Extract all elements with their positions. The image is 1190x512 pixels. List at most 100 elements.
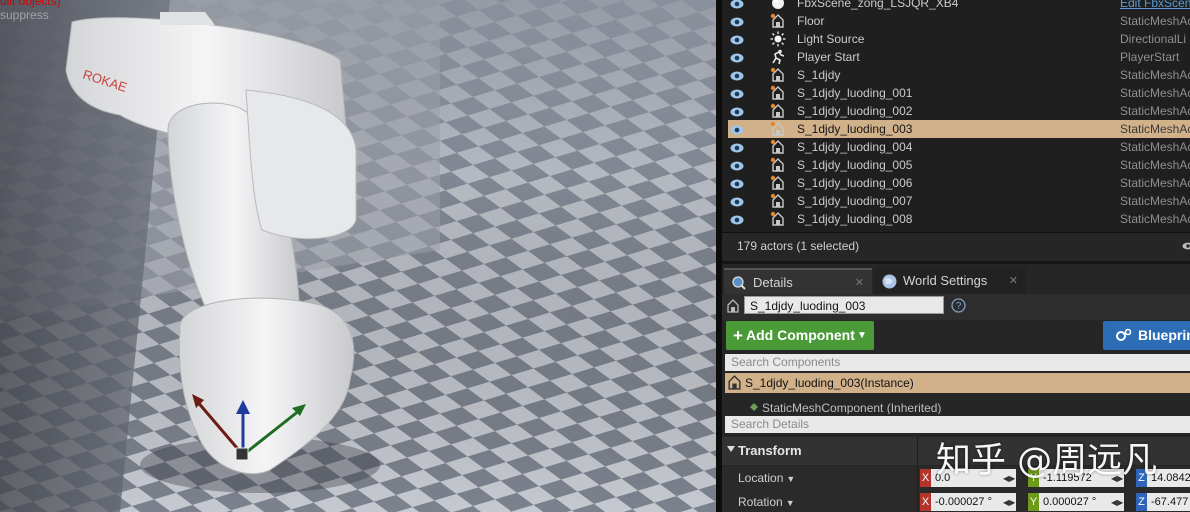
outliner-row[interactable]: S_1djdy_luoding_007 StaticMeshAc (728, 192, 1190, 210)
world-outliner: FbxScene_zong_LSJQR_XB4 Edit FbxScen Floor… (722, 0, 1190, 232)
location-label[interactable]: Location ▼ (738, 471, 795, 485)
outliner-row-label: S_1djdy_luoding_004 (797, 140, 913, 154)
visibility-eye-icon[interactable] (730, 123, 744, 135)
visibility-eye-icon[interactable] (730, 51, 744, 63)
chevron-down-icon: ▼ (857, 330, 867, 341)
visibility-eye-icon[interactable] (730, 141, 744, 153)
outliner-row[interactable]: S_1djdy_luoding_004 StaticMeshAc (728, 138, 1190, 156)
outliner-row-label: S_1djdy_luoding_003 (797, 122, 913, 136)
outliner-row[interactable]: S_1djdy_luoding_003 StaticMeshAc (728, 120, 1190, 138)
chevron-down-icon: ▼ (785, 498, 795, 508)
outliner-row[interactable]: Floor StaticMeshAc (728, 12, 1190, 30)
light-source-icon (770, 31, 786, 47)
edit-fbx-link[interactable]: Edit FbxScen (1120, 0, 1190, 12)
viewport-suppress-text: suppress (0, 8, 49, 22)
search-components-input[interactable]: Search Components (725, 354, 1190, 371)
outliner-row-label: S_1djdy_luoding_002 (797, 104, 913, 118)
viewport-scene: ROKAE (0, 0, 716, 512)
visibility-eye-icon[interactable] (730, 87, 744, 99)
outliner-row[interactable]: S_1djdy_luoding_008 StaticMeshAc (728, 210, 1190, 228)
outliner-row-type: StaticMeshAc (1120, 68, 1190, 82)
outliner-row[interactable]: S_1djdy_luoding_002 StaticMeshAc (728, 102, 1190, 120)
static-mesh-icon (770, 103, 786, 119)
mesh-component-icon (750, 403, 758, 411)
component-tree-root[interactable]: S_1djdy_luoding_003(Instance) (725, 373, 1190, 393)
spin-arrows-icon[interactable]: ◀▶ (1003, 474, 1015, 483)
outliner-row-type: StaticMeshAc (1120, 176, 1190, 190)
visibility-eye-icon[interactable] (730, 15, 744, 27)
rotation-row: Rotation ▼ X -0.000027 ° ◀▶ Y 0.000027 ° ◀▶ Z… (722, 490, 1190, 512)
spin-arrows-icon[interactable]: ◀▶ (1003, 498, 1015, 507)
outliner-row-label: S_1djdy_luoding_005 (797, 158, 913, 172)
actor-name-row: S_1djdy_luoding_003 ? (722, 294, 1190, 320)
outliner-row-label: Light Source (797, 32, 865, 46)
viewport-warning-text: uilt objects) (0, 0, 61, 8)
outliner-row-label: FbxScene_zong_LSJQR_XB4 (797, 0, 959, 10)
tab-world-settings[interactable]: World Settings ✕ (874, 268, 1026, 294)
outliner-row[interactable]: Light Source DirectionalLi (728, 30, 1190, 48)
chevron-down-icon (727, 446, 735, 452)
chevron-down-icon: ▼ (786, 474, 796, 484)
sphere-icon (770, 0, 786, 11)
level-viewport[interactable]: ROKAE uilt objects) suppress (0, 0, 716, 512)
view-options-icon[interactable] (1182, 241, 1190, 251)
tab-details[interactable]: Details ✕ (724, 268, 872, 296)
outliner-row[interactable]: S_1djdy_luoding_006 StaticMeshAc (728, 174, 1190, 192)
visibility-eye-icon[interactable] (730, 105, 744, 117)
outliner-row-label: S_1djdy_luoding_001 (797, 86, 913, 100)
rotation-label[interactable]: Rotation ▼ (738, 495, 795, 509)
player-start-icon (770, 49, 786, 65)
static-mesh-icon (770, 175, 786, 191)
visibility-eye-icon[interactable] (730, 0, 744, 9)
visibility-eye-icon[interactable] (730, 213, 744, 225)
static-mesh-icon (770, 193, 786, 209)
outliner-row-type: StaticMeshAc (1120, 140, 1190, 154)
search-details-input[interactable]: Search Details (725, 416, 1190, 433)
static-mesh-icon (770, 13, 786, 29)
blueprint-button[interactable]: Blueprint (1103, 321, 1190, 350)
outliner-row-type: StaticMeshAc (1120, 194, 1190, 208)
column-divider (917, 490, 918, 512)
transform-category-header[interactable]: Transform (722, 437, 1190, 465)
actor-name-input[interactable]: S_1djdy_luoding_003 (744, 296, 944, 314)
column-divider (917, 437, 918, 465)
tab-details-label: Details (753, 275, 793, 290)
location-z-value[interactable]: 14.0842 (1147, 469, 1190, 487)
add-component-button[interactable]: + Add Component ▼ (726, 321, 874, 350)
spin-arrows-icon[interactable]: ◀▶ (1111, 474, 1123, 483)
static-mesh-icon (770, 67, 786, 83)
outliner-row-type: StaticMeshAc (1120, 86, 1190, 100)
help-icon[interactable]: ? (951, 298, 966, 313)
outliner-row-type: StaticMeshAc (1120, 122, 1190, 136)
axis-z-badge: Z (1136, 493, 1147, 511)
outliner-row-label: Floor (797, 14, 825, 28)
outliner-row[interactable]: Player Start PlayerStart (728, 48, 1190, 66)
close-icon[interactable]: ✕ (1009, 268, 1018, 294)
outliner-row[interactable]: S_1djdy StaticMeshAc (728, 66, 1190, 84)
axis-x-badge: X (920, 469, 931, 487)
axis-z-badge: Z (1136, 469, 1147, 487)
spin-arrows-icon[interactable]: ◀▶ (1111, 498, 1123, 507)
axis-x-badge: X (920, 493, 931, 511)
visibility-eye-icon[interactable] (730, 33, 744, 45)
rotation-z-value[interactable]: -67.477 (1147, 493, 1190, 511)
static-mesh-icon (728, 375, 741, 390)
visibility-eye-icon[interactable] (730, 69, 744, 81)
visibility-eye-icon[interactable] (730, 177, 744, 189)
transform-label: Transform (738, 443, 802, 458)
outliner-footer: 179 actors (1 selected) (722, 232, 1190, 261)
close-icon[interactable]: ✕ (855, 270, 864, 296)
outliner-row-type: StaticMeshAc (1120, 14, 1190, 28)
visibility-eye-icon[interactable] (730, 195, 744, 207)
visibility-eye-icon[interactable] (730, 159, 744, 171)
outliner-row[interactable]: FbxScene_zong_LSJQR_XB4 Edit FbxScen (728, 0, 1190, 12)
outliner-row[interactable]: S_1djdy_luoding_001 StaticMeshAc (728, 84, 1190, 102)
axis-y-badge: Y (1028, 469, 1039, 487)
outliner-row-label: S_1djdy_luoding_008 (797, 212, 913, 226)
outliner-row-type: StaticMeshAc (1120, 158, 1190, 172)
outliner-row[interactable]: S_1djdy_luoding_005 StaticMeshAc (728, 156, 1190, 174)
static-mesh-icon (727, 299, 739, 313)
static-mesh-icon (770, 157, 786, 173)
component-tree-item[interactable]: StaticMeshComponent (Inherited) (725, 400, 1190, 414)
outliner-row-type: DirectionalLi (1120, 32, 1187, 46)
